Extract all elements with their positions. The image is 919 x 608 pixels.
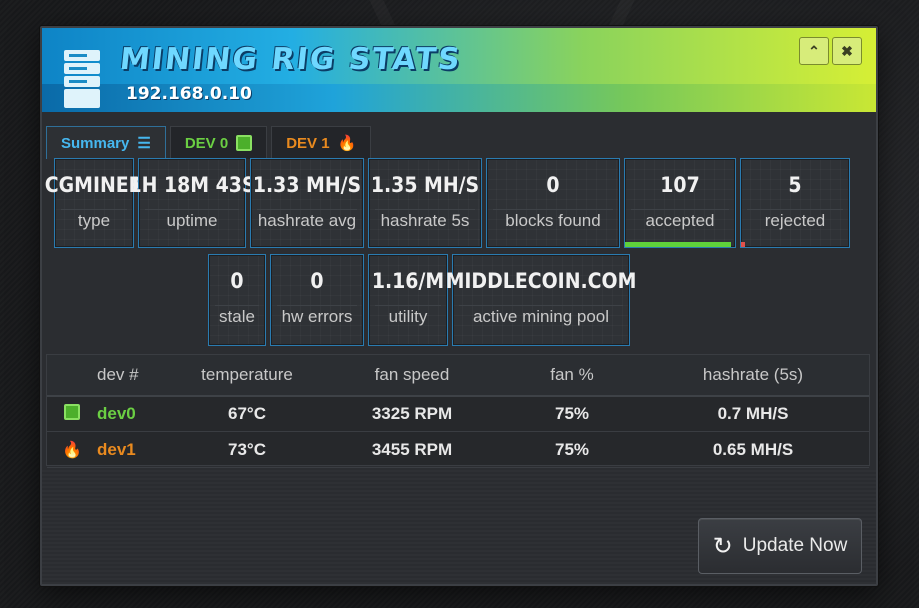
table-row[interactable]: 🔥 dev1 73°C 3455 RPM 75% 0.65 MH/S (47, 433, 869, 468)
stat-active-pool: MIDDLECOIN.COM active mining pool (446, 254, 636, 346)
update-now-button[interactable]: ↻ Update Now (698, 518, 862, 574)
tab-label: DEV 1 (286, 134, 330, 152)
stat-value: MIDDLECOIN.COM (445, 269, 637, 293)
column-header-hashrate: hashrate (5s) (702, 365, 804, 384)
stat-value: 1.33 MH/S (252, 173, 362, 197)
summary-stats-row-1: CGMINER type 1H 18M 43S uptime 1.33 MH/S… (45, 158, 850, 248)
stat-utility: 1.16/M utility (368, 254, 448, 346)
stat-label: hw errors (281, 307, 353, 326)
server-icon (64, 50, 100, 108)
temperature: 73°C (228, 440, 266, 459)
list-icon: ☰ (137, 135, 151, 152)
stat-type: CGMINER type (45, 158, 143, 248)
table-row[interactable]: dev0 67°C 3325 RPM 75% 0.7 MH/S (47, 397, 869, 432)
stat-value: 107 (660, 173, 700, 197)
collapse-button[interactable]: ⌃ (799, 37, 829, 65)
stat-value: 5 (788, 173, 802, 197)
flame-icon: 🔥 (62, 442, 82, 459)
devices-table: dev # temperature fan speed fan % hashra… (46, 354, 870, 468)
chip-icon (236, 135, 253, 151)
app-title: MINING RIG STATS (118, 42, 464, 77)
stat-value: 0 (230, 269, 244, 293)
stat-label: uptime (166, 211, 218, 230)
column-header-dev: dev # (97, 365, 139, 384)
stat-value: 0 (546, 173, 560, 197)
stat-hashrate-avg: 1.33 MH/S hashrate avg (250, 158, 364, 248)
stat-hw-errors: 0 hw errors (270, 254, 364, 346)
hashrate: 0.65 MH/S (712, 440, 794, 459)
rejected-share-bar (741, 242, 746, 247)
stat-label: blocks found (505, 211, 601, 230)
stat-hashrate-5s: 1.35 MH/S hashrate 5s (368, 158, 482, 248)
summary-stats-row-2: 0 stale 0 hw errors 1.16/M utility MIDDL… (208, 254, 636, 346)
stat-blocks-found: 0 blocks found (486, 158, 620, 248)
stat-label: hashrate 5s (380, 211, 470, 230)
chip-icon (64, 403, 80, 420)
stat-label: hashrate avg (257, 211, 357, 230)
stat-rejected: 5 rejected (740, 158, 850, 248)
fan-speed: 3325 RPM (371, 404, 453, 423)
tab-dev0[interactable]: DEV 0 (169, 126, 268, 159)
dev-name: dev0 (97, 404, 136, 423)
rig-ip-address: 192.168.0.10 (126, 84, 252, 104)
fan-percent: 75% (554, 440, 590, 459)
stat-label: type (77, 211, 111, 230)
table-header: dev # temperature fan speed fan % hashra… (47, 355, 869, 397)
tab-dev1[interactable]: DEV 1 🔥 (271, 126, 372, 159)
stat-stale: 0 stale (208, 254, 266, 346)
accepted-share-bar (625, 242, 731, 247)
tab-summary[interactable]: Summary ☰ (46, 126, 166, 159)
tab-label: DEV 0 (184, 134, 229, 152)
stat-value: 1.16/M (371, 269, 445, 293)
row-icon-cell: 🔥 (47, 440, 97, 460)
fan-speed: 3455 RPM (371, 440, 453, 459)
stat-value: 1H 18M 43S (128, 173, 256, 197)
mining-rig-window: MINING RIG STATS 192.168.0.10 ⌃ ✖ Summar… (40, 26, 878, 586)
close-icon: ✖ (841, 42, 853, 59)
stat-label: active mining pool (472, 307, 610, 326)
tab-bar: Summary ☰ DEV 0 DEV 1 🔥 (46, 126, 375, 160)
column-header-fan-pct: fan % (550, 365, 594, 384)
stat-label: accepted (645, 211, 715, 230)
stat-label: rejected (764, 211, 826, 230)
tab-label: Summary (61, 134, 130, 152)
chevron-up-icon: ⌃ (808, 42, 820, 59)
temperature: 67°C (228, 404, 266, 423)
stat-label: utility (388, 307, 428, 326)
column-header-temperature: temperature (201, 365, 293, 384)
flame-icon: 🔥 (337, 135, 357, 152)
stat-label: stale (219, 307, 255, 326)
close-button[interactable]: ✖ (832, 37, 862, 65)
stat-value: 0 (310, 269, 324, 293)
stat-value: 1.35 MH/S (370, 173, 480, 197)
refresh-icon: ↻ (712, 532, 733, 560)
stat-uptime: 1H 18M 43S uptime (128, 158, 256, 248)
hashrate: 0.7 MH/S (717, 404, 789, 423)
row-icon-cell (47, 403, 97, 425)
column-header-fan-speed: fan speed (374, 365, 450, 384)
fan-percent: 75% (554, 404, 590, 423)
stat-accepted: 107 accepted (624, 158, 736, 248)
dev-name: dev1 (97, 440, 136, 459)
update-now-label: Update Now (742, 535, 848, 556)
